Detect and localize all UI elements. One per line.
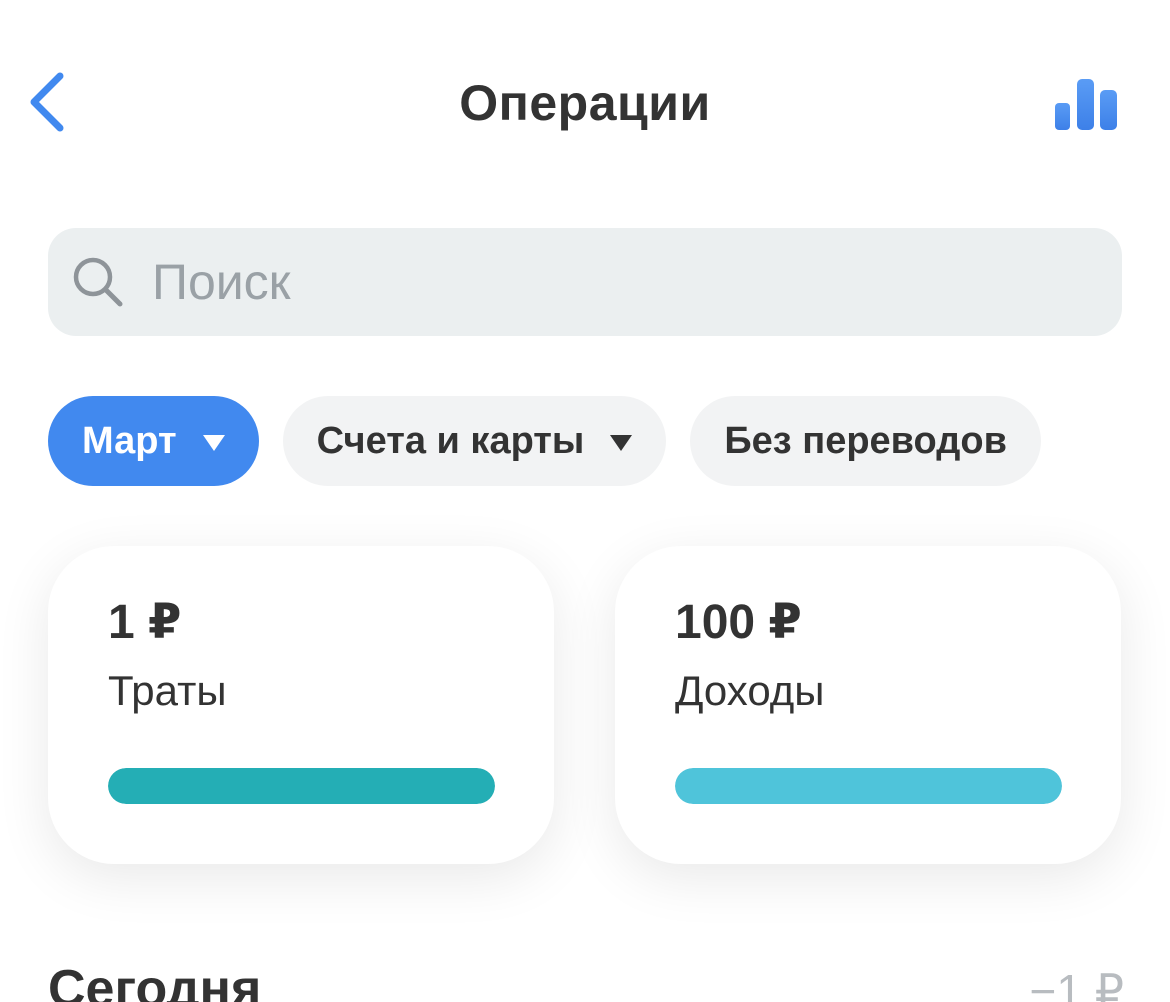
search-input[interactable] xyxy=(152,247,1032,317)
filter-month-label: Март xyxy=(82,419,177,462)
filter-no-transfers-label: Без переводов xyxy=(724,419,1007,462)
filter-accounts-label: Счета и карты xyxy=(316,419,585,462)
income-label: Доходы xyxy=(675,667,825,714)
caret-down-icon xyxy=(610,435,633,451)
filter-accounts-chip[interactable]: Счета и карты xyxy=(282,396,667,486)
operations-screen: Операции Март xyxy=(0,0,1170,1002)
income-card[interactable]: 100 ₽ Доходы xyxy=(615,546,1121,864)
income-progress-fill xyxy=(675,768,1062,804)
income-progress-bar xyxy=(675,768,1062,804)
page-title: Операции xyxy=(459,75,711,131)
expenses-label: Траты xyxy=(108,667,227,714)
expenses-progress-bar xyxy=(108,768,495,804)
income-amount: 100 ₽ xyxy=(675,596,802,649)
caret-down-icon xyxy=(202,435,225,451)
section-total: −1 ₽ xyxy=(1029,965,1125,1002)
statistics-button[interactable] xyxy=(1048,70,1124,136)
section-title-today: Сегодня xyxy=(48,960,262,1002)
search-bar[interactable] xyxy=(48,228,1122,336)
filter-chips: Март Счета и карты Без переводов xyxy=(48,396,1041,486)
filter-no-transfers-chip[interactable]: Без переводов xyxy=(690,396,1041,486)
expenses-card[interactable]: 1 ₽ Траты xyxy=(48,546,554,864)
expenses-progress-fill xyxy=(108,768,495,804)
expenses-amount: 1 ₽ xyxy=(108,596,182,649)
bar-chart-icon xyxy=(1055,79,1117,130)
search-icon xyxy=(70,254,126,310)
filter-month-chip[interactable]: Март xyxy=(48,396,259,486)
